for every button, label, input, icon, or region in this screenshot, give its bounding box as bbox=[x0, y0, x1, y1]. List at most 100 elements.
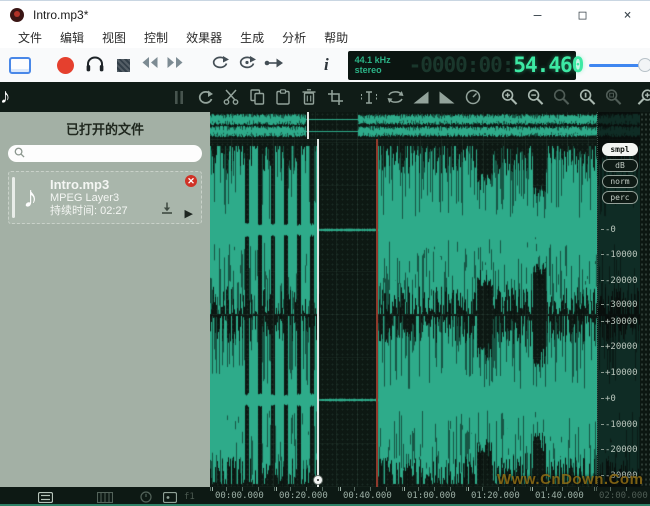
ruler-tick-label: 01:00.000 bbox=[404, 491, 456, 501]
file-tab[interactable]: ♪ bbox=[0, 82, 11, 112]
info-icon: i bbox=[324, 55, 329, 75]
play-button[interactable] bbox=[83, 51, 106, 79]
ruler-tick-label: 01:40.000 bbox=[532, 491, 584, 501]
stop-button[interactable] bbox=[112, 51, 134, 79]
mini-view-icon[interactable] bbox=[163, 490, 177, 506]
headphones-icon bbox=[85, 54, 105, 77]
scale-tick-label: -10000 bbox=[601, 250, 638, 260]
title-bar: Intro.mp3* – □ × bbox=[0, 0, 650, 28]
record-icon bbox=[57, 57, 74, 74]
menu-file[interactable]: 文件 bbox=[9, 28, 51, 48]
fast-forward-button[interactable] bbox=[164, 51, 186, 79]
rewind-icon bbox=[141, 56, 159, 74]
scale-tick-label: -10000 bbox=[601, 420, 638, 430]
scale-tick-label: +0 bbox=[601, 394, 616, 404]
scale-tick-label: +10000 bbox=[601, 368, 638, 378]
file-card-accent bbox=[12, 177, 15, 218]
menu-generate[interactable]: 生成 bbox=[231, 28, 273, 48]
zoom-out-icon[interactable] bbox=[527, 89, 544, 106]
close-button[interactable]: × bbox=[605, 1, 650, 29]
gain-gauge-icon[interactable] bbox=[465, 89, 482, 106]
zoom-fit-icon[interactable] bbox=[553, 89, 570, 106]
scale-mode-perc-button[interactable]: perc bbox=[602, 191, 638, 204]
file-card[interactable]: ♪ Intro.mp3 MPEG Layer3 持续时间: 02:27 ✕ ▶ bbox=[8, 171, 202, 224]
minimize-button[interactable]: – bbox=[515, 1, 560, 29]
search-icon bbox=[14, 145, 25, 163]
time-display-dim-digits: -0000:00: bbox=[409, 53, 514, 77]
files-panel: 已打开的文件 ♪ Intro.mp3 MPEG Layer3 持续时间: 02:… bbox=[0, 112, 210, 487]
file-search[interactable] bbox=[8, 145, 202, 162]
ruler-tick-label: 02:00.000 bbox=[596, 491, 648, 501]
scale-tick-label: -20000 bbox=[601, 276, 638, 286]
ruler-tick-label: 00:20.000 bbox=[276, 491, 328, 501]
delete-icon[interactable] bbox=[301, 89, 318, 106]
search-input[interactable] bbox=[29, 147, 189, 161]
ocenaudio-window: Intro.mp3* – □ × 文件 编辑 视图 控制 效果器 生成 分析 帮… bbox=[0, 0, 650, 506]
overview-cursor[interactable] bbox=[307, 112, 309, 139]
waveform-canvas[interactable] bbox=[210, 112, 640, 487]
menu-edit[interactable]: 编辑 bbox=[51, 28, 93, 48]
file-list-view-icon[interactable] bbox=[38, 490, 53, 506]
cut-icon[interactable] bbox=[223, 89, 240, 106]
f1-indicator: f1 bbox=[184, 492, 195, 502]
music-note-icon: ♪ bbox=[23, 183, 38, 213]
zoom-selection-icon[interactable] bbox=[605, 89, 622, 106]
time-ruler[interactable]: 00:00.000 00:20.000 00:40.000 01:00.000 … bbox=[210, 487, 640, 504]
record-button[interactable] bbox=[53, 51, 76, 79]
menu-bar: 文件 编辑 视图 控制 效果器 生成 分析 帮助 bbox=[0, 28, 650, 48]
zoom-one-icon[interactable] bbox=[579, 89, 596, 106]
scale-tick-label: -30000 bbox=[601, 300, 638, 310]
vertical-zoom-in-icon[interactable] bbox=[637, 89, 650, 106]
loop-once-button[interactable] bbox=[236, 51, 258, 79]
window-title: Intro.mp3* bbox=[33, 8, 88, 22]
menu-control[interactable]: 控制 bbox=[135, 28, 177, 48]
keyboard-view-icon[interactable] bbox=[97, 490, 113, 506]
menu-view[interactable]: 视图 bbox=[93, 28, 135, 48]
vertical-scrollbar[interactable] bbox=[640, 112, 650, 487]
scale-tick-label: -0 bbox=[601, 225, 616, 235]
music-note-icon: ♪ bbox=[0, 85, 11, 109]
loop-button[interactable] bbox=[209, 51, 231, 79]
pause-icon[interactable] bbox=[171, 89, 188, 106]
waveform-editor[interactable]: smpl dB norm perc -0 -10000 -20000 -3000… bbox=[210, 112, 640, 487]
scale-mode-norm-button[interactable]: norm bbox=[602, 175, 638, 188]
paste-icon[interactable] bbox=[275, 89, 292, 106]
fade-out-icon[interactable] bbox=[439, 89, 456, 106]
redo-icon[interactable] bbox=[197, 89, 214, 106]
play-from-cursor-icon bbox=[264, 56, 284, 74]
selection-icon bbox=[9, 57, 31, 74]
fade-in-icon[interactable] bbox=[413, 89, 430, 106]
play-file-button[interactable]: ▶ bbox=[185, 207, 193, 220]
scale-tick-label: +30000 bbox=[601, 317, 638, 327]
insert-silence-icon[interactable] bbox=[361, 89, 378, 106]
scale-mode-db-button[interactable]: dB bbox=[602, 159, 638, 172]
loop-once-icon bbox=[238, 55, 256, 75]
export-file-icon[interactable] bbox=[161, 201, 173, 219]
zoom-in-icon[interactable] bbox=[501, 89, 518, 106]
swap-channels-icon[interactable] bbox=[387, 89, 404, 106]
ruler-tick-label: 00:00.000 bbox=[212, 491, 264, 501]
rewind-button[interactable] bbox=[139, 51, 161, 79]
scale-mode-smpl-button[interactable]: smpl bbox=[602, 143, 638, 156]
selection-edge-cursor[interactable] bbox=[376, 139, 378, 487]
stop-icon bbox=[117, 59, 130, 72]
menu-analyze[interactable]: 分析 bbox=[273, 28, 315, 48]
volume-slider[interactable] bbox=[589, 57, 650, 73]
menu-effects[interactable]: 效果器 bbox=[177, 28, 231, 48]
maximize-button[interactable]: □ bbox=[560, 1, 605, 29]
fast-forward-icon bbox=[166, 56, 184, 74]
cursor-drag-handle[interactable] bbox=[313, 475, 323, 485]
ruler-tick-label: 01:20.000 bbox=[468, 491, 520, 501]
copy-icon[interactable] bbox=[249, 89, 266, 106]
app-icon bbox=[10, 8, 24, 22]
info-button[interactable]: i bbox=[319, 51, 333, 79]
menu-help[interactable]: 帮助 bbox=[315, 28, 357, 48]
trim-icon[interactable] bbox=[327, 89, 344, 106]
volume-knob[interactable] bbox=[638, 58, 650, 72]
selection-tool-button[interactable] bbox=[8, 51, 31, 79]
playback-cursor[interactable] bbox=[317, 139, 319, 487]
file-duration: 持续时间: 02:27 bbox=[50, 205, 128, 218]
play-from-cursor-button[interactable] bbox=[263, 51, 286, 79]
close-file-button[interactable]: ✕ bbox=[185, 175, 197, 187]
timer-icon[interactable] bbox=[140, 490, 152, 506]
